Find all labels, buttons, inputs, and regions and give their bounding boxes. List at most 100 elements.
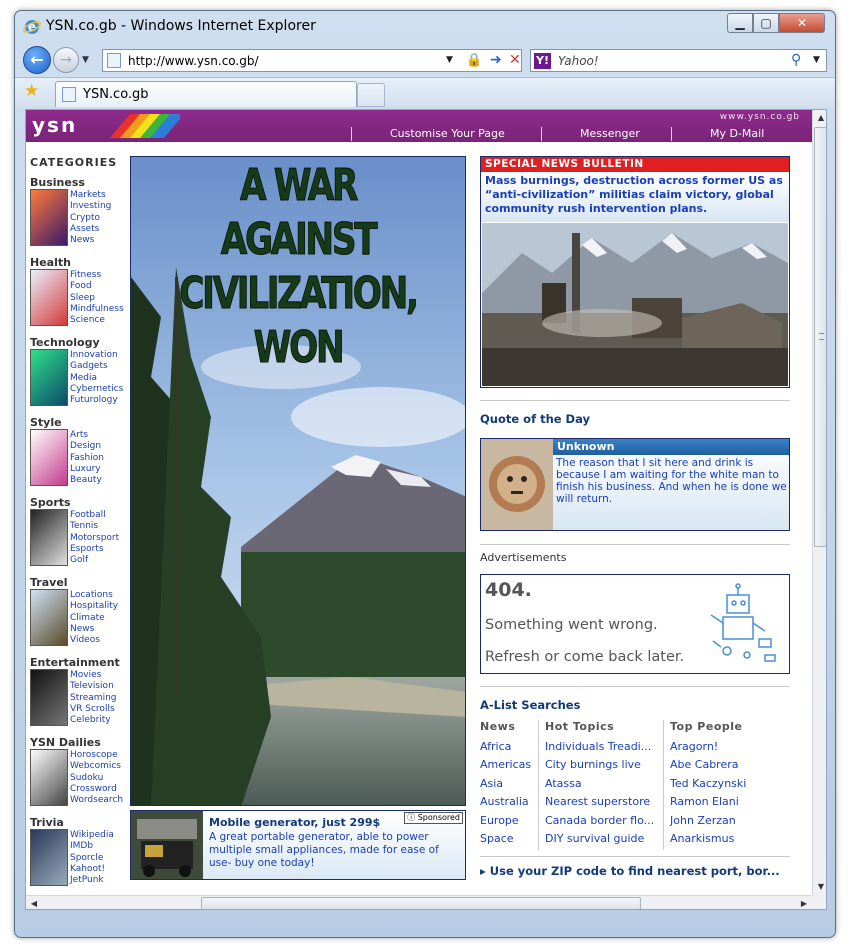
hero-banner[interactable]: A WAR AGAINST CIVILIZATION, WON bbox=[130, 156, 466, 806]
category-link[interactable]: Luxury bbox=[70, 464, 104, 475]
go-arrow-icon[interactable]: ➜ bbox=[490, 52, 502, 68]
lock-icon[interactable]: 🔒 bbox=[466, 53, 482, 69]
category-link[interactable]: Media bbox=[70, 373, 123, 384]
category-thumbnail[interactable] bbox=[30, 349, 68, 406]
category-link[interactable]: Mindfulness bbox=[70, 304, 124, 315]
scroll-left-icon[interactable]: ◀ bbox=[26, 896, 42, 909]
category-heading[interactable]: Health bbox=[30, 256, 126, 269]
category-link[interactable]: Webcomics bbox=[70, 761, 123, 772]
category-link[interactable]: Science bbox=[70, 315, 124, 326]
category-link[interactable]: Celebrity bbox=[70, 715, 116, 726]
scroll-down-icon[interactable]: ▼ bbox=[813, 879, 826, 895]
close-window-button[interactable]: ✕ bbox=[779, 13, 825, 33]
category-link[interactable]: Climate bbox=[70, 613, 118, 624]
category-link[interactable]: Assets bbox=[70, 224, 111, 235]
person-link[interactable]: John Zerzan bbox=[670, 814, 790, 832]
person-link[interactable]: Abe Cabrera bbox=[670, 758, 790, 776]
category-heading[interactable]: Sports bbox=[30, 496, 126, 509]
person-link[interactable]: Ted Kaczynski bbox=[670, 777, 790, 795]
category-link[interactable]: Kahoot! bbox=[70, 864, 114, 875]
category-link[interactable]: Crossword bbox=[70, 784, 123, 795]
category-heading[interactable]: Business bbox=[30, 176, 126, 189]
person-link[interactable]: Anarkismus bbox=[670, 832, 790, 850]
tab-ysn[interactable]: YSN.co.gb bbox=[55, 81, 357, 107]
stop-icon[interactable]: ✕ bbox=[509, 52, 521, 68]
category-link[interactable]: Sleep bbox=[70, 293, 124, 304]
ysn-logo[interactable]: ysn bbox=[32, 114, 180, 138]
category-heading[interactable]: Travel bbox=[30, 576, 126, 589]
topic-link[interactable]: Atassa bbox=[545, 777, 668, 795]
sponsored-title[interactable]: Mobile generator, just 299$ bbox=[209, 816, 380, 829]
customise-link[interactable]: Customise Your Page bbox=[351, 127, 505, 141]
topic-link[interactable]: City burnings live bbox=[545, 758, 668, 776]
category-thumbnail[interactable] bbox=[30, 509, 68, 566]
category-link[interactable]: Horoscope bbox=[70, 750, 123, 761]
news-link[interactable]: Australia bbox=[480, 795, 540, 813]
category-link[interactable]: Investing bbox=[70, 201, 111, 212]
category-thumbnail[interactable] bbox=[30, 189, 68, 246]
category-link[interactable]: Arts bbox=[70, 430, 104, 441]
forward-button[interactable]: → bbox=[53, 47, 79, 73]
category-link[interactable]: IMDb bbox=[70, 841, 114, 852]
category-heading[interactable]: Style bbox=[30, 416, 126, 429]
minimize-button[interactable]: ▁ bbox=[727, 13, 753, 33]
category-link[interactable]: VR Scrolls bbox=[70, 704, 116, 715]
category-thumbnail[interactable] bbox=[30, 589, 68, 646]
sponsored-badge[interactable]: ⓘ Sponsored bbox=[404, 812, 463, 824]
news-link[interactable]: Asia bbox=[480, 777, 540, 795]
news-bulletin[interactable]: SPECIAL NEWS BULLETIN Mass burnings, des… bbox=[480, 156, 790, 388]
vertical-scrollbar[interactable]: ▲ ▼ bbox=[812, 110, 826, 895]
category-link[interactable]: News bbox=[70, 624, 118, 635]
category-heading[interactable]: Entertainment bbox=[30, 656, 126, 669]
category-heading[interactable]: Technology bbox=[30, 336, 126, 349]
horizontal-scroll-thumb[interactable] bbox=[201, 897, 641, 909]
category-link[interactable]: Movies bbox=[70, 670, 116, 681]
address-url[interactable]: http://www.ysn.co.gb/ bbox=[128, 54, 259, 68]
category-link[interactable]: Videos bbox=[70, 635, 118, 646]
category-thumbnail[interactable] bbox=[30, 269, 68, 326]
category-link[interactable]: Esports bbox=[70, 544, 119, 555]
scroll-up-icon[interactable]: ▲ bbox=[813, 110, 826, 126]
category-link[interactable]: Football bbox=[70, 510, 119, 521]
category-thumbnail[interactable] bbox=[30, 749, 68, 806]
category-link[interactable]: Tennis bbox=[70, 521, 119, 532]
ad-error-box[interactable]: 404. Something went wrong. Refresh or co… bbox=[480, 574, 790, 674]
horizontal-scrollbar[interactable]: ◀ ▶ bbox=[26, 895, 812, 909]
category-link[interactable]: Wordsearch bbox=[70, 795, 123, 806]
maximize-button[interactable]: ▢ bbox=[753, 13, 779, 33]
person-link[interactable]: Ramon Elani bbox=[670, 795, 790, 813]
category-heading[interactable]: Trivia bbox=[30, 816, 126, 829]
search-icon[interactable]: ⚲ bbox=[791, 52, 801, 68]
search-input[interactable]: Yahoo! bbox=[558, 54, 599, 68]
category-link[interactable]: Futurology bbox=[70, 395, 123, 406]
topic-link[interactable]: Individuals Treadi... bbox=[545, 740, 668, 758]
category-link[interactable]: Hospitality bbox=[70, 601, 118, 612]
category-link[interactable]: Streaming bbox=[70, 693, 116, 704]
vertical-scroll-thumb[interactable] bbox=[814, 127, 826, 547]
messenger-link[interactable]: Messenger bbox=[541, 127, 640, 141]
news-link[interactable]: Europe bbox=[480, 814, 540, 832]
address-dropdown-icon[interactable]: ▼ bbox=[446, 55, 453, 65]
category-link[interactable]: JetPunk bbox=[70, 875, 114, 886]
category-link[interactable]: Locations bbox=[70, 590, 118, 601]
topic-link[interactable]: Nearest superstore bbox=[545, 795, 668, 813]
dmail-link[interactable]: My D-Mail bbox=[671, 127, 764, 141]
category-link[interactable]: Design bbox=[70, 441, 104, 452]
category-heading[interactable]: YSN Dailies bbox=[30, 736, 126, 749]
category-thumbnail[interactable] bbox=[30, 429, 68, 486]
favorites-star-icon[interactable]: ★ bbox=[24, 81, 39, 101]
category-link[interactable]: Sudoku bbox=[70, 773, 123, 784]
bulletin-headline[interactable]: Mass burnings, destruction across former… bbox=[481, 172, 789, 222]
quote-heading[interactable]: Quote of the Day bbox=[480, 412, 590, 426]
category-link[interactable]: News bbox=[70, 235, 111, 246]
person-link[interactable]: Aragorn! bbox=[670, 740, 790, 758]
category-link[interactable]: Cybernetics bbox=[70, 384, 123, 395]
category-link[interactable]: Markets bbox=[70, 190, 111, 201]
news-link[interactable]: Americas bbox=[480, 758, 540, 776]
address-bar[interactable]: http://www.ysn.co.gb/ ▼ 🔒 ➜ ✕ bbox=[102, 49, 522, 72]
category-link[interactable]: Fashion bbox=[70, 453, 104, 464]
category-link[interactable]: Beauty bbox=[70, 475, 104, 486]
zip-search-link[interactable]: ▸ Use your ZIP code to find nearest port… bbox=[480, 864, 790, 878]
topic-link[interactable]: DIY survival guide bbox=[545, 832, 668, 850]
category-link[interactable]: Golf bbox=[70, 555, 119, 566]
